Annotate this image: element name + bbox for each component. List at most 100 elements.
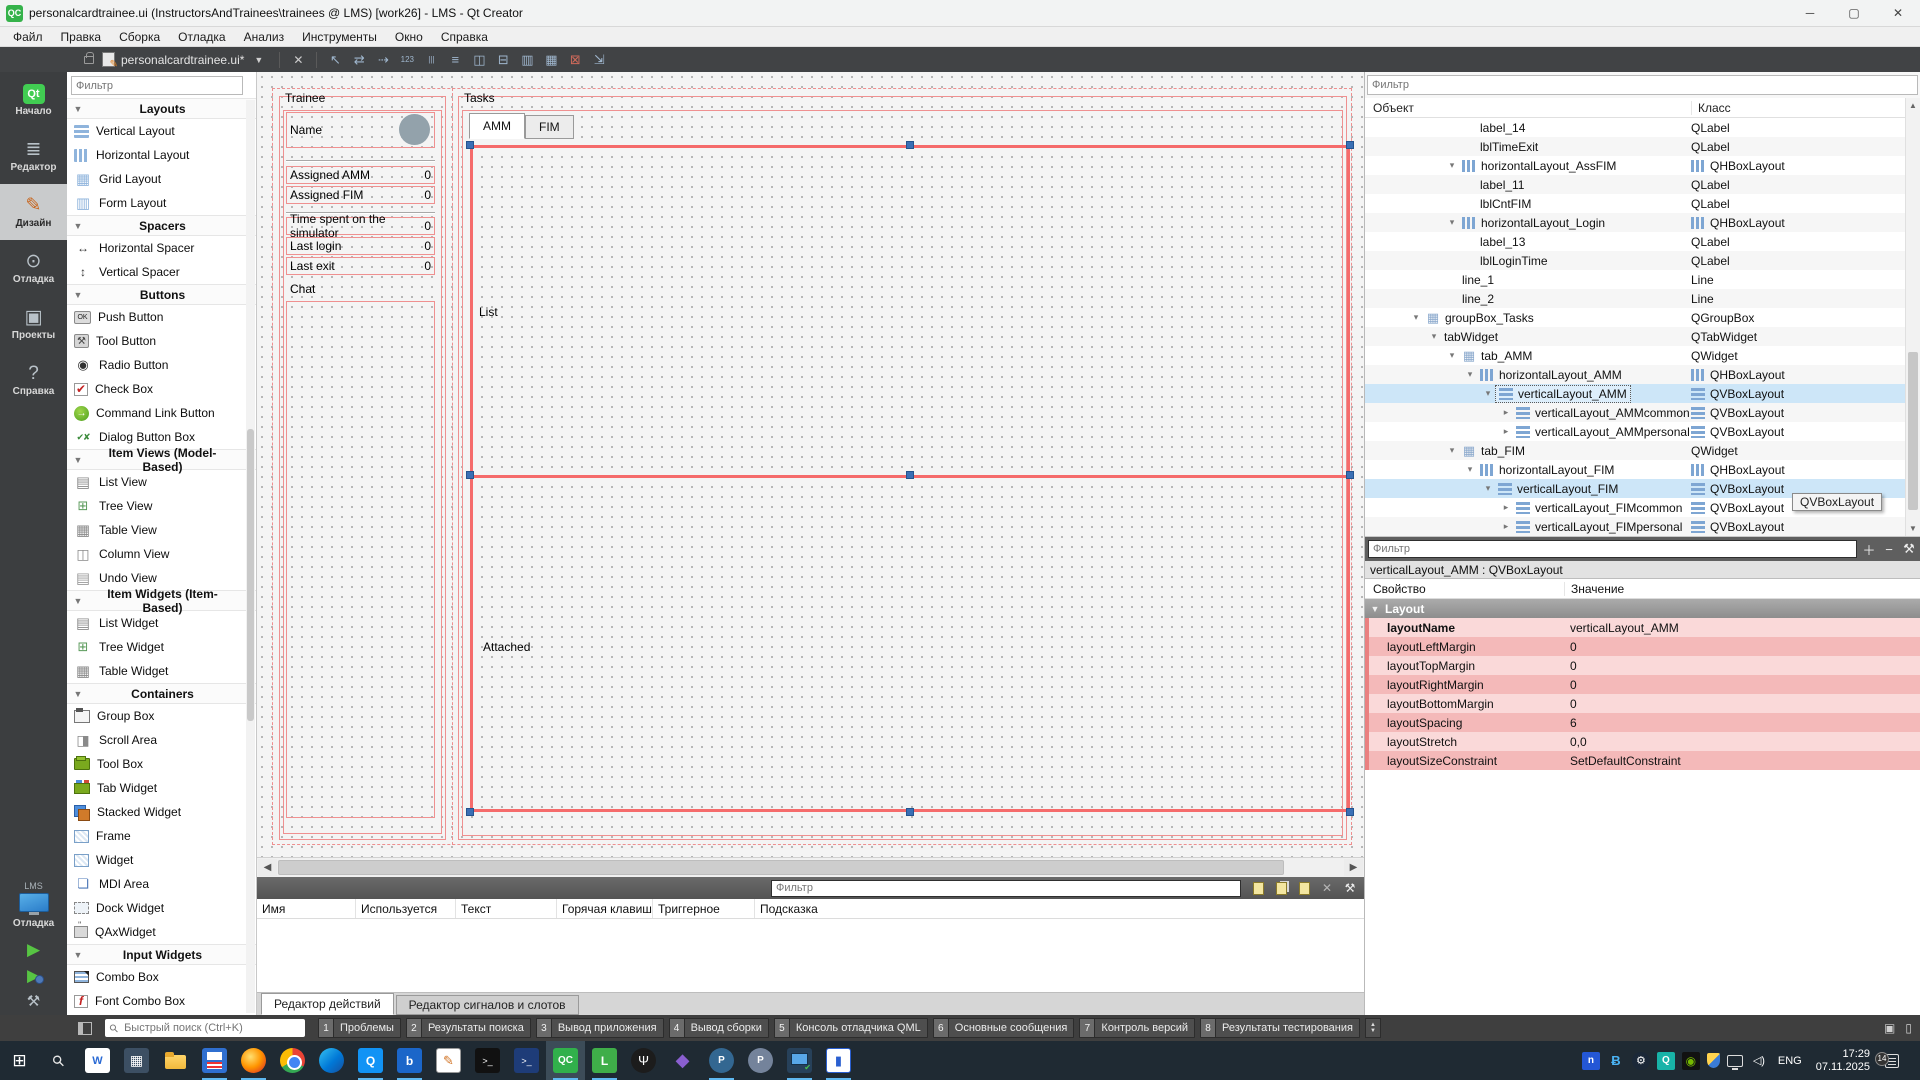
action-column-header[interactable]: Триггерное [653, 899, 755, 918]
tray-steam-icon[interactable]: ⚙ [1632, 1052, 1650, 1070]
menu-item[interactable]: Отладка [169, 30, 234, 44]
kit-selector[interactable]: LMSОтладка [0, 877, 67, 933]
selection-handle[interactable] [906, 141, 914, 149]
expander-icon[interactable]: ▾ [1445, 445, 1459, 456]
scrollbar-thumb[interactable] [1908, 352, 1918, 510]
widgetbox-item-widget[interactable]: Widget [67, 848, 256, 872]
expander-icon[interactable]: ▸ [1499, 502, 1513, 513]
minimize-button[interactable]: ─ [1788, 0, 1832, 26]
widgetbox-category[interactable]: ▼ Spacers [67, 215, 256, 236]
object-tree-row[interactable]: ▾ horizontalLayout_AMM QHBoxLayout [1365, 365, 1920, 384]
taskbar-app-wps-office[interactable]: W [78, 1041, 117, 1080]
tray-notion-icon[interactable]: n [1582, 1052, 1600, 1070]
property-value[interactable]: 0 [1564, 637, 1920, 656]
mode-Начало[interactable]: Qt Начало [0, 72, 67, 128]
editor-tab[interactable]: Редактор сигналов и слотов [396, 995, 579, 1015]
inspector-scrollbar[interactable]: ▲ ▼ [1905, 98, 1920, 536]
output-pane-7[interactable]: 7 Контроль версий [1079, 1018, 1195, 1038]
widgetbox-item-horizontal-layout[interactable]: Horizontal Layout [67, 143, 256, 167]
tray-volume-icon[interactable]: ◁) [1750, 1052, 1768, 1070]
chat-box[interactable] [286, 301, 435, 818]
expander-icon[interactable]: ▸ [1499, 521, 1513, 532]
layout-property-group[interactable]: ▼ Layout [1365, 599, 1920, 618]
widgetbox-item-tab-widget[interactable]: Tab Widget [67, 776, 256, 800]
output-pane-8[interactable]: 8 Результаты тестирования [1200, 1018, 1360, 1038]
object-tree-row[interactable]: lblTimeExit QLabel [1365, 137, 1920, 156]
selection-handle[interactable] [906, 471, 914, 479]
right-sidebar-toggle-icon[interactable]: ▯ [1905, 1021, 1912, 1035]
locator-search[interactable]: ⚲ [105, 1019, 305, 1037]
widgetbox-item-vertical-spacer[interactable]: Vertical Spacer [67, 260, 256, 284]
object-tree-row[interactable]: label_13 QLabel [1365, 232, 1920, 251]
widgetbox-item-font-combo-box[interactable]: Font Combo Box [67, 989, 256, 1013]
widgetbox-item-tree-widget[interactable]: Tree Widget [67, 635, 256, 659]
widgetbox-item-dock-widget[interactable]: Dock Widget [67, 896, 256, 920]
widgetbox-category[interactable]: ▼ Item Views (Model-Based) [67, 449, 256, 470]
close-button[interactable]: ✕ [1876, 0, 1920, 26]
new-action-icon[interactable] [1248, 879, 1268, 897]
action-filter-input[interactable] [771, 880, 1241, 897]
taskbar-app-notes-app[interactable]: ✎ [429, 1041, 468, 1080]
tray-network-icon[interactable] [1727, 1055, 1743, 1067]
expander-icon[interactable]: ▾ [1409, 312, 1423, 323]
scroll-left-icon[interactable]: ◀ [258, 859, 277, 876]
widgetbox-item-tree-view[interactable]: Tree View [67, 494, 256, 518]
widgetbox-item-qaxwidget[interactable]: QAxWidget [67, 920, 256, 944]
widgetbox-category[interactable]: ▼ Buttons [67, 284, 256, 305]
widgetbox-filter-input[interactable] [71, 76, 243, 95]
form-field-row[interactable]: Last login 0 [286, 237, 435, 255]
mode-Дизайн[interactable]: ✎ Дизайн [0, 184, 67, 240]
scrollbar-thumb[interactable] [278, 860, 1284, 875]
widgetbox-scrollbar[interactable] [246, 100, 255, 1013]
selection-handle[interactable] [466, 471, 474, 479]
edit-tab-order-icon[interactable]: 123 [396, 50, 418, 70]
taskbar-app-firefox[interactable] [234, 1041, 273, 1080]
output-pane-1[interactable]: 1 Проблемы [318, 1018, 401, 1038]
splitter-vertical-icon[interactable]: ⊟ [492, 50, 514, 70]
widgetbox-item-combo-box[interactable]: Combo Box [67, 965, 256, 989]
edit-signals-slots-icon[interactable]: ⇄ [348, 50, 370, 70]
selection-handle[interactable] [1346, 808, 1354, 816]
widgetbox-item-command-link-button[interactable]: Command Link Button [67, 401, 256, 425]
menu-item[interactable]: Правка [52, 30, 111, 44]
widgetbox-item-grid-layout[interactable]: Grid Layout [67, 167, 256, 191]
language-indicator[interactable]: ENG [1775, 1055, 1805, 1067]
object-tree-row[interactable]: ▾ tab_AMM QWidget [1365, 346, 1920, 365]
expander-icon[interactable]: ▸ [1499, 426, 1513, 437]
taskbar-app-gem-app[interactable]: ◆ [663, 1041, 702, 1080]
run-button[interactable]: ▶ [27, 941, 40, 959]
property-value[interactable]: 0,0 [1564, 732, 1920, 751]
edit-buddies-icon[interactable]: ⇢ [372, 50, 394, 70]
object-tree-row[interactable]: line_2 Line [1365, 289, 1920, 308]
selection-handle[interactable] [466, 808, 474, 816]
scroll-up-icon[interactable]: ▲ [1906, 98, 1920, 113]
splitter-horizontal-icon[interactable]: ◫ [468, 50, 490, 70]
tray-quick-app-icon[interactable]: Q [1657, 1052, 1675, 1070]
object-tree-row[interactable]: ▾ horizontalLayout_Login QHBoxLayout [1365, 213, 1920, 232]
property-value[interactable]: verticalLayout_AMM [1564, 618, 1920, 637]
expander-icon[interactable]: ▾ [1481, 483, 1495, 494]
taskbar-app-remote-desktop[interactable] [780, 1041, 819, 1080]
adjust-size-icon[interactable]: ⇲ [588, 50, 610, 70]
object-inspector-filter-input[interactable] [1367, 75, 1918, 95]
scroll-down-icon[interactable]: ▼ [1906, 521, 1920, 536]
close-document-icon[interactable]: ✕ [287, 50, 309, 70]
form-canvas[interactable]: Trainee Name Assigned AMM 0 Assigned FIM… [257, 72, 1364, 857]
menu-item[interactable]: Сборка [110, 30, 169, 44]
layout-vertical-icon[interactable]: ≡ [444, 50, 466, 70]
add-property-icon[interactable]: ＋ [1861, 540, 1877, 559]
widgetbox-item-table-widget[interactable]: Table Widget [67, 659, 256, 683]
configure-icon[interactable]: ⚒ [1340, 879, 1360, 897]
paste-action-icon[interactable] [1294, 879, 1314, 897]
canvas-horizontal-scrollbar[interactable]: ◀ ▶ [257, 857, 1364, 877]
taskbar-app-calculator[interactable]: ▦ [117, 1041, 156, 1080]
selection-handle[interactable] [1346, 141, 1354, 149]
widgetbox-category[interactable]: ▼ Containers [67, 683, 256, 704]
layout-form-icon[interactable]: ▥ [516, 50, 538, 70]
object-tree-row[interactable]: ▾ tab_FIM QWidget [1365, 441, 1920, 460]
widgetbox-item-check-box[interactable]: Check Box [67, 377, 256, 401]
object-tree-row[interactable]: ▾ tabWidget QTabWidget [1365, 327, 1920, 346]
property-row[interactable]: layoutBottomMargin 0 [1365, 694, 1920, 713]
output-pane-2[interactable]: 2 Результаты поиска [406, 1018, 531, 1038]
output-pane-4[interactable]: 4 Вывод сборки [669, 1018, 769, 1038]
